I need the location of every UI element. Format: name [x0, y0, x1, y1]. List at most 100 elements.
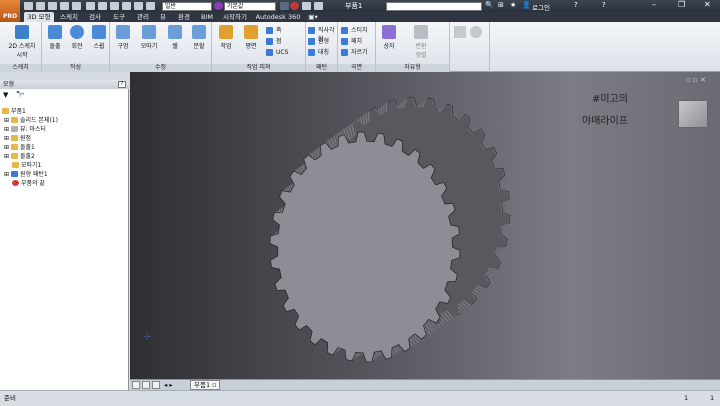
trim-button[interactable]: 자르기 — [341, 48, 368, 57]
tab-get-started[interactable]: 시작하기 — [218, 12, 252, 22]
tree-item-extrude1[interactable]: ⊞ 돌출1 — [4, 144, 35, 151]
subscription-icon[interactable]: ⊞ — [498, 1, 504, 9]
favorites-icon[interactable]: ★ — [510, 1, 516, 9]
filter-icon[interactable]: ▼ — [3, 91, 8, 99]
ucs-button[interactable]: UCS — [266, 48, 288, 57]
shell-label: 쉘 — [172, 43, 178, 50]
tab-3d-model[interactable]: 3D 모형 — [24, 12, 54, 22]
tree-item-extrude2[interactable]: ⊞ 돌출2 — [4, 153, 35, 160]
doc-tab-label: 부품1 — [194, 381, 211, 389]
nav-arrows-icon[interactable]: ◂ ▸ — [164, 380, 173, 390]
help-search-input[interactable] — [386, 2, 482, 11]
box-button[interactable]: 상자 — [378, 25, 400, 50]
shell-button[interactable]: 쉘 — [164, 25, 186, 50]
params-icon[interactable] — [314, 2, 323, 10]
tree-label: 원점 — [19, 135, 31, 142]
tab-autodesk-360[interactable]: Autodesk 360 — [254, 12, 302, 22]
hole-label: 구멍 — [117, 43, 129, 50]
browser-header: 모형 — [0, 80, 129, 89]
measure-icon[interactable] — [122, 2, 131, 10]
graphics-window[interactable]: #미고의 야매라이프 ▫ ▫ ✕ ⊹ — [130, 72, 720, 390]
tab-manage[interactable]: 관리 — [132, 12, 154, 22]
split-label: 분할 — [193, 43, 205, 50]
material-combo[interactable]: 기본값 — [224, 2, 276, 11]
tab-bim[interactable]: BIM — [198, 12, 216, 22]
tree-item-chamfer1[interactable]: 모따기1 — [12, 162, 41, 169]
patch-button[interactable]: 패치 — [341, 37, 362, 46]
help-icon[interactable]: ? — [574, 1, 578, 9]
minimize-icon[interactable]: – — [652, 0, 656, 9]
doc-tab-part1[interactable]: 부품1 ▫ — [190, 380, 220, 390]
tree-item-solid-bodies[interactable]: ⊞ 솔리드 본체(1) — [4, 117, 58, 124]
tree-label: 돌출2 — [19, 153, 35, 160]
signin-link[interactable]: 로그인 — [532, 2, 550, 12]
tree-item-view-master[interactable]: ⊞ 뷰: 마스터 — [4, 126, 46, 133]
clear-icon[interactable] — [290, 2, 299, 10]
browser-help-icon[interactable]: ? — [118, 81, 126, 88]
options-icon[interactable] — [470, 26, 482, 38]
tree-item-origin[interactable]: ⊞ 원점 — [4, 135, 31, 142]
mirror-button[interactable]: 대칭 — [308, 48, 329, 57]
tree-label: 뷰: 마스터 — [19, 126, 46, 133]
status-text: 준비 — [4, 394, 16, 402]
part-icon — [2, 108, 9, 114]
redo-icon[interactable] — [72, 2, 81, 10]
tab-tools[interactable]: 도구 — [108, 12, 130, 22]
open-icon[interactable] — [36, 2, 45, 10]
appearance-combo[interactable]: 일반 — [162, 2, 212, 11]
maximize-icon[interactable]: ❐ — [678, 0, 685, 9]
sketch-qat-icon[interactable] — [134, 2, 143, 10]
extrude-feature-icon — [10, 153, 18, 159]
help-menu-icon[interactable]: ? — [602, 1, 606, 9]
arrange-icon[interactable] — [152, 381, 160, 389]
status-count-1: 1 — [684, 394, 689, 402]
material-icon[interactable] — [146, 2, 155, 10]
work-plane-button[interactable]: 작업 — [215, 25, 237, 50]
box-icon — [382, 25, 396, 39]
settings-icon[interactable] — [454, 26, 466, 38]
viewport-window-controls[interactable]: ▫ ▫ ✕ — [686, 76, 706, 84]
split-button[interactable]: 분할 — [188, 25, 210, 50]
chamfer-label: 모따기 — [140, 43, 158, 50]
ribbon-options-icon[interactable]: ▣▾ — [306, 12, 320, 22]
new-icon[interactable] — [24, 2, 33, 10]
sweep-button[interactable]: 스윕 — [88, 25, 110, 50]
rectangular-pattern-button[interactable]: 직사각형 — [308, 26, 337, 43]
stitch-button[interactable]: 스티치 — [341, 26, 368, 35]
tab-sketch[interactable]: 스케치 — [56, 12, 82, 22]
tile-icon[interactable] — [132, 381, 140, 389]
circular-pattern-button[interactable]: 원형 — [308, 37, 329, 46]
tab-inspect[interactable]: 검사 — [84, 12, 106, 22]
tab-view[interactable]: 뷰 — [156, 12, 170, 22]
save-icon[interactable] — [48, 2, 57, 10]
extrude-button[interactable]: 돌출 — [44, 25, 66, 50]
revolve-label: 회전 — [71, 43, 83, 50]
application-menu-button[interactable]: PRO — [0, 0, 20, 22]
viewcube[interactable] — [678, 100, 708, 128]
plane-button[interactable]: 평면 — [240, 25, 262, 50]
tree-item-end-of-part[interactable]: 부품의 끝 — [12, 180, 45, 187]
fx-icon[interactable] — [302, 2, 311, 10]
find-icon[interactable]: 🔭 — [16, 91, 25, 99]
axis-button[interactable]: 축 — [266, 26, 282, 35]
revolve-button[interactable]: 회전 — [66, 25, 88, 50]
adjust-icon[interactable] — [280, 2, 289, 10]
cascade-icon[interactable] — [142, 381, 150, 389]
point-button[interactable]: 점 — [266, 37, 282, 46]
appearance-icon[interactable] — [214, 2, 223, 10]
select-icon[interactable] — [98, 2, 107, 10]
undo-icon[interactable] — [60, 2, 69, 10]
work-features-panel-label: 작업 피쳐 — [212, 64, 305, 72]
tree-item-circular-pattern1[interactable]: ⊞ 원형 패턴1 — [4, 171, 48, 178]
tree-item-root[interactable]: 부품1 — [2, 108, 26, 115]
convert-button[interactable]: 변환 정렬 — [410, 25, 432, 59]
user-icon[interactable]: 👤 — [522, 1, 531, 9]
search-icon[interactable]: 🔍 — [485, 1, 494, 9]
start-2d-sketch-button[interactable]: 2D 스케치 시작 — [6, 25, 38, 59]
home-icon[interactable] — [86, 2, 95, 10]
tab-environments[interactable]: 환경 — [172, 12, 196, 22]
update-icon[interactable] — [110, 2, 119, 10]
hole-button[interactable]: 구멍 — [112, 25, 134, 50]
chamfer-button[interactable]: 모따기 — [138, 25, 160, 50]
close-icon[interactable]: ✕ — [704, 0, 711, 9]
